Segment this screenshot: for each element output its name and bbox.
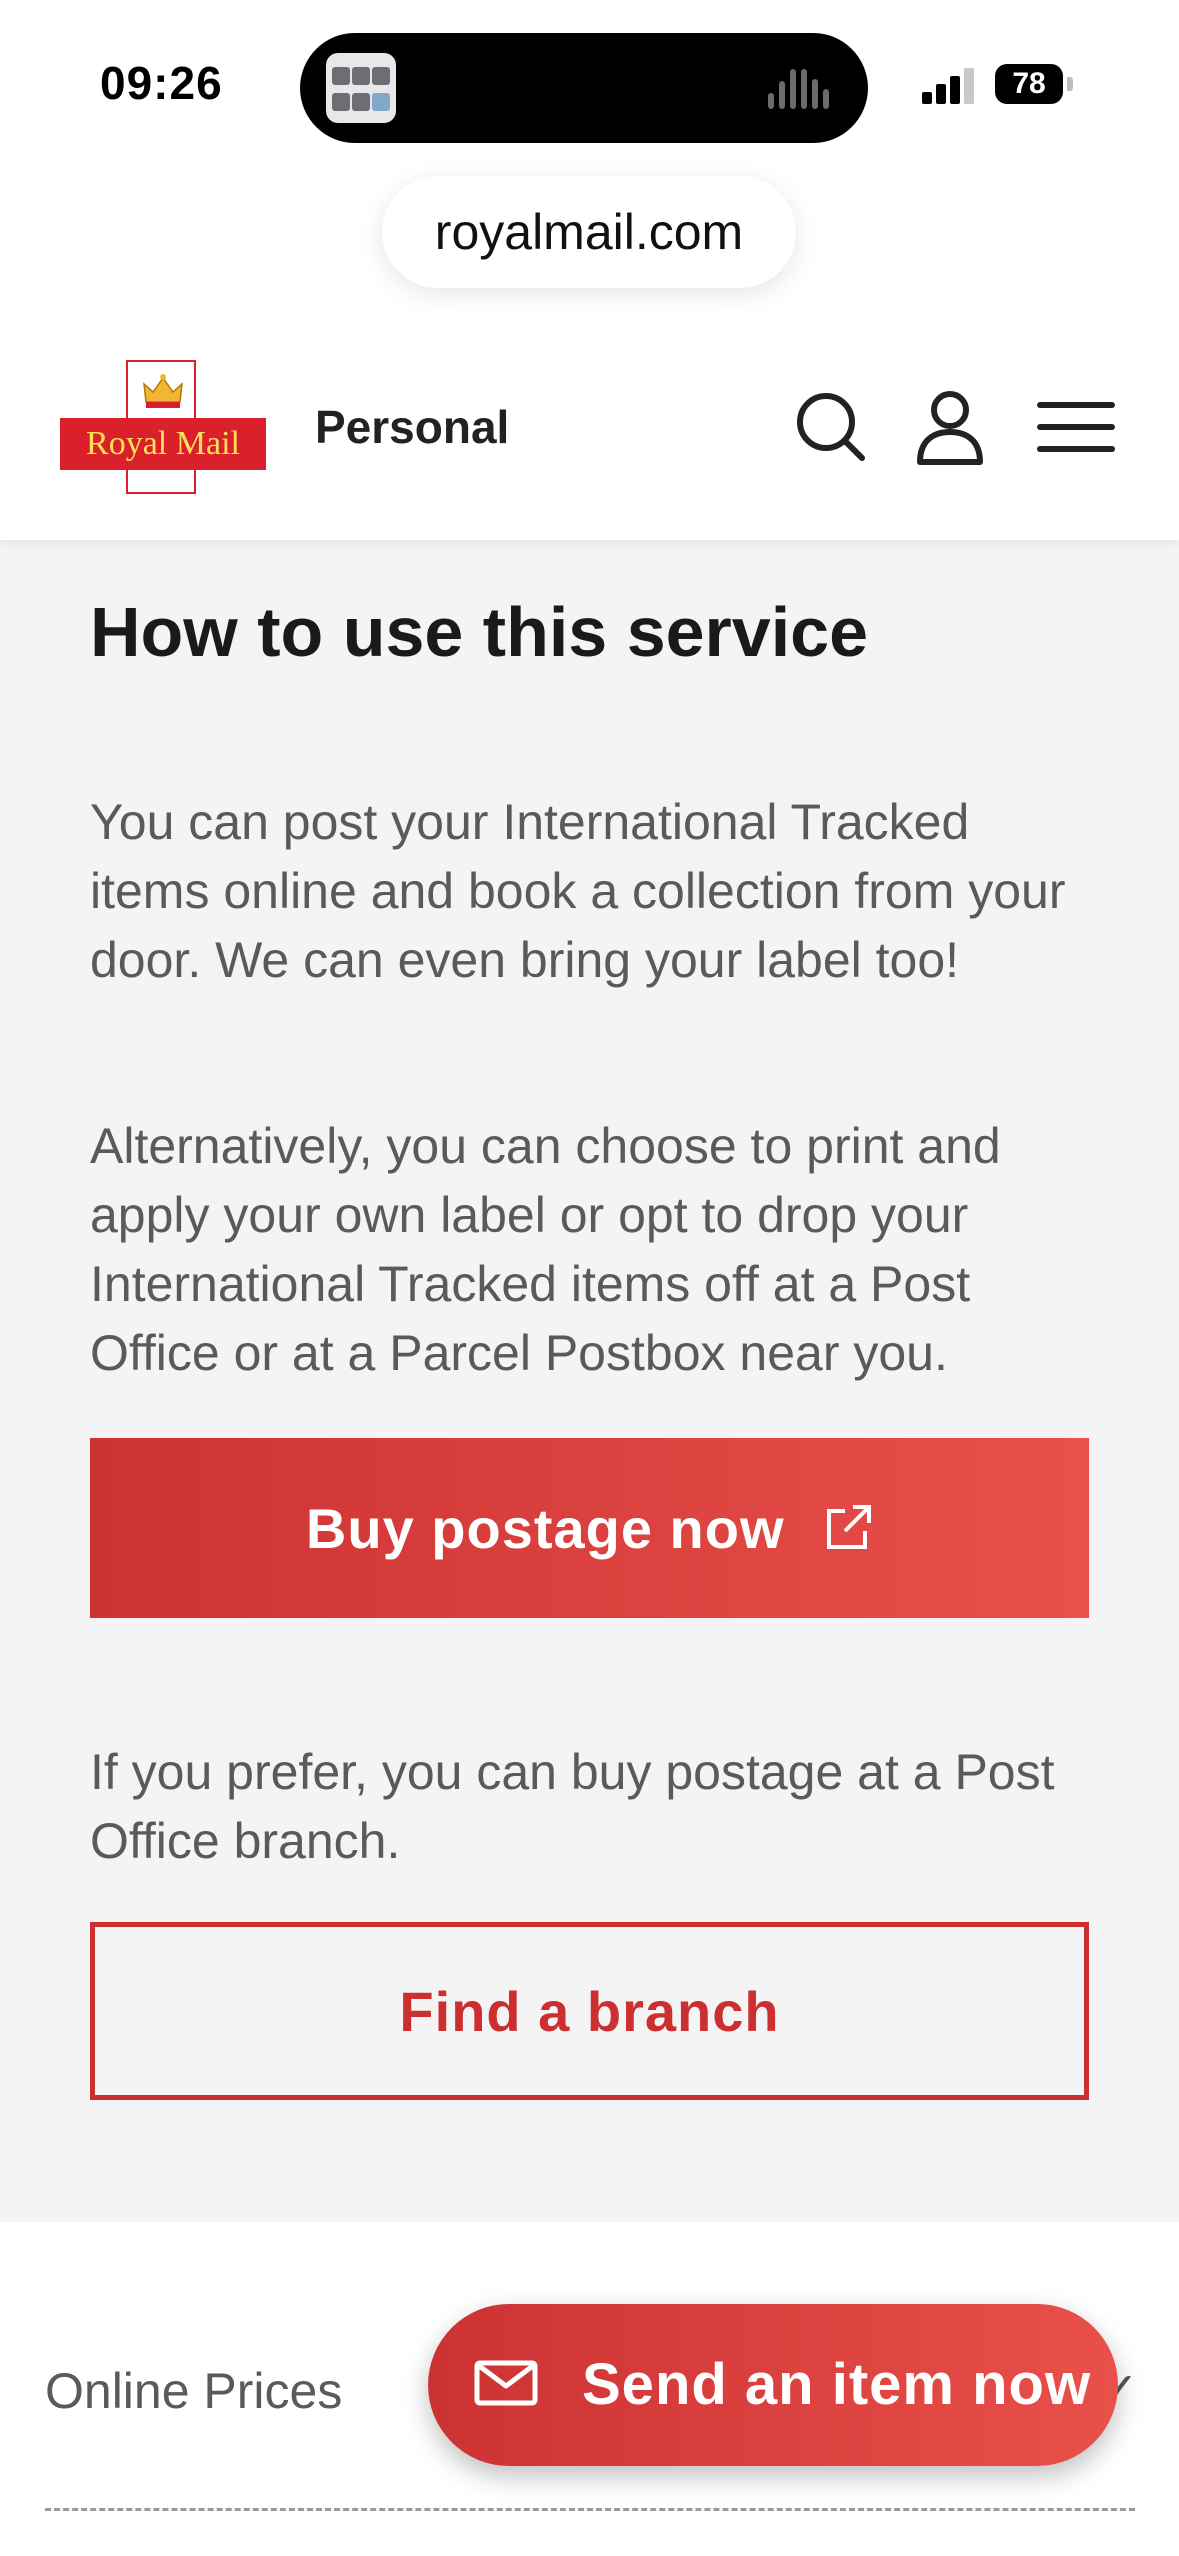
site-header: Royal Mail Personal <box>0 340 1179 540</box>
battery-icon: 78 <box>995 64 1073 104</box>
buy-postage-button[interactable]: Buy postage now <box>90 1438 1089 1618</box>
send-item-now-label: Send an item now <box>582 2352 1092 2417</box>
crown-icon <box>143 374 183 408</box>
post-office-paragraph: If you prefer, you can buy postage at a … <box>90 1744 1055 1869</box>
menu-icon[interactable] <box>1035 400 1117 454</box>
nav-personal-link[interactable]: Personal <box>315 400 509 454</box>
live-activity-thumbnail <box>326 53 396 123</box>
section-heading: How to use this service <box>90 593 869 671</box>
accordion-divider <box>45 2508 1135 2511</box>
audio-wave-icon <box>768 67 838 109</box>
logo-wordmark: Royal Mail <box>60 418 266 470</box>
battery-level: 78 <box>995 64 1063 104</box>
status-bar: 09:26 78 <box>0 0 1179 170</box>
dynamic-island[interactable] <box>300 33 868 143</box>
account-icon[interactable] <box>916 390 984 466</box>
buy-postage-label: Buy postage now <box>305 1497 785 1560</box>
how-to-use-section: How to use this service You can post you… <box>0 540 1179 2222</box>
online-prices-toggle[interactable]: Online Prices <box>45 2362 342 2420</box>
envelope-icon <box>474 2360 538 2406</box>
intro-paragraph: You can post your International Tracked … <box>90 794 1066 988</box>
royal-mail-logo[interactable]: Royal Mail <box>60 360 266 496</box>
alternative-paragraph: Alternatively, you can choose to print a… <box>90 1118 1001 1381</box>
external-link-icon <box>827 1505 872 1550</box>
status-time: 09:26 <box>100 57 223 109</box>
cellular-signal-icon <box>922 60 982 104</box>
address-bar[interactable]: royalmail.com <box>382 176 796 288</box>
find-branch-button[interactable]: Find a branch <box>90 1922 1089 2100</box>
send-item-now-button[interactable]: Send an item now <box>428 2304 1118 2466</box>
search-icon[interactable] <box>794 390 866 462</box>
